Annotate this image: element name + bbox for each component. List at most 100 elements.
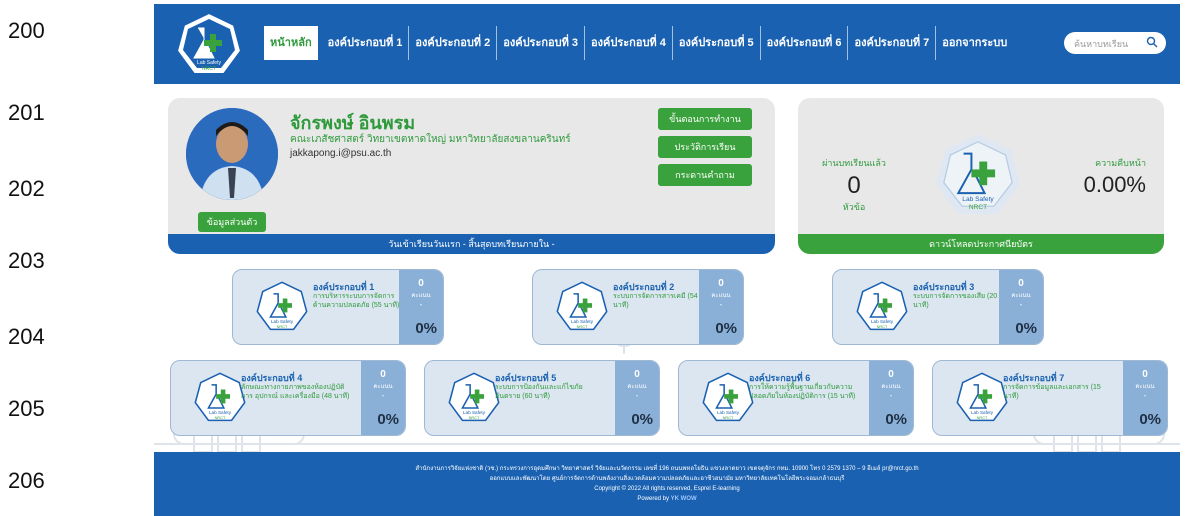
logo-text: NRCT [969,204,987,211]
nav-item-module-3[interactable]: องค์ประกอบที่ 3 [497,26,586,60]
lab-safety-logo: Lab Safety NRCT [556,281,608,331]
module-percent: 0% [631,411,653,428]
profile-email: jakkapong.i@psu.ac.th [290,148,392,159]
lab-safety-logo: Lab Safety NRCT [194,372,246,422]
powered-by-brand[interactable]: YK WOW [671,496,697,502]
footer-copyright: Copyright © 2022 All rights reserved, Es… [594,486,740,492]
passed-lessons-unit: หัวข้อ [842,202,866,212]
logo-text: Lab Safety [971,410,994,415]
nav-item-module-4[interactable]: องค์ประกอบที่ 4 [585,26,673,60]
download-certificate-bar[interactable]: ดาวน์โหลดประกาศนียบัตร [798,234,1164,254]
line-number: 201 [8,100,45,125]
module-card-3[interactable]: Lab Safety NRCT องค์ประกอบที่ 3 ระบบการจ… [832,269,1044,345]
search-input[interactable]: ค้นหาบทเรียน [1064,32,1166,54]
module-score-label: คะแนน [1135,384,1155,390]
progress-label: ความคืบหน้า [1095,158,1146,168]
module-subtitle: การจัดการข้อมูลและเอกสาร (15 นาที) [1003,384,1101,400]
search-icon[interactable] [1146,36,1158,48]
module-percent: 0% [1139,411,1161,428]
learning-history-button[interactable]: ประวัติการเรียน [658,136,752,158]
logo-text: Lab Safety [717,410,740,415]
module-score-label: คะแนน [373,384,393,390]
module-score-label: คะแนน [881,384,901,390]
module-dash: - [381,391,385,400]
logo-text: NRCT [202,66,216,72]
lab-safety-logo: Lab Safety NRCT [448,372,500,422]
lab-safety-logo[interactable]: Lab Safety NRCT [174,10,244,80]
nav-item-module-2[interactable]: องค์ประกอบที่ 2 [409,26,498,60]
line-number: 204 [8,324,45,349]
module-score-label: คะแนน [627,384,647,390]
module-card-1[interactable]: Lab Safety NRCT องค์ประกอบที่ 1 การบริหา… [232,269,444,345]
study-period-bar: วันเข้าเรียนวันแรก - สิ้นสุดบทเรียนภายใน… [168,234,775,254]
line-number-column: 200 201 202 203 204 205 206 [0,0,150,516]
module-card-7[interactable]: Lab Safety NRCT องค์ประกอบที่ 7 การจัดกา… [932,360,1168,436]
nav-item-module-5[interactable]: องค์ประกอบที่ 5 [673,26,761,60]
app-screenshot: Lab Safety NRCT หน้าหลัก องค์ประกอบที่ 1… [154,4,1180,516]
logo-text: Lab Safety [271,319,294,324]
lab-safety-logo: Lab Safety NRCT [856,281,908,331]
logo-text: NRCT [577,325,588,329]
module-score-label: คะแนน [1011,293,1031,299]
logo-text: Lab Safety [571,319,594,324]
module-score: 0 [1142,369,1148,380]
nav-item-logout[interactable]: ออกจากระบบ [936,26,1013,60]
profile-card: ข้อมูลส่วนตัว จักรพงษ์ อินพรม คณะเภสัชศา… [168,98,775,254]
powered-by-label: Powered by [637,496,669,502]
progress-card: ผ่านบทเรียนแล้ว 0 หัวข้อ Lab Safety NRCT… [798,98,1164,254]
module-percent: 0% [715,320,737,337]
passed-lessons-value: 0 [847,172,861,199]
question-board-button[interactable]: กระดานคำถาม [658,164,752,186]
footer-powered-by: Powered by YK WOW [154,494,1180,504]
module-dash: - [419,300,423,309]
module-card-2[interactable]: Lab Safety NRCT องค์ประกอบที่ 2 ระบบการจ… [532,269,744,345]
module-score: 0 [418,278,424,289]
line-number: 203 [8,248,45,273]
module-card-4[interactable]: Lab Safety NRCT องค์ประกอบที่ 4 ลักษณะทา… [170,360,406,436]
search-placeholder: ค้นหาบทเรียน [1074,39,1129,49]
footer-address: สำนักงานการวิจัยแห่งชาติ (วช.) กระทรวงกา… [415,466,919,472]
module-dash: - [719,300,723,309]
passed-lessons-label: ผ่านบทเรียนแล้ว [822,158,886,168]
lab-safety-logo: Lab Safety NRCT [702,372,754,422]
module-subtitle: ลักษณะทางกายภาพของห้องปฏิบัติการ อุปกรณ์… [241,384,350,400]
lab-safety-logo: Lab Safety NRCT [256,281,308,331]
module-score: 0 [718,278,724,289]
module-score: 0 [634,369,640,380]
module-dash: - [1143,391,1147,400]
logo-text: Lab Safety [209,410,232,415]
module-score: 0 [1018,278,1024,289]
profile-faculty: คณะเภสัชศาสตร์ วิทยาเขตหาดใหญ่ มหาวิทยาล… [290,134,571,145]
module-subtitle: การให้ความรู้พื้นฐานเกี่ยวกับความปลอดภัย… [749,384,856,400]
logo-text: NRCT [977,416,988,420]
nav-item-module-7[interactable]: องค์ประกอบที่ 7 [848,26,937,60]
nav-item-module-6[interactable]: องค์ประกอบที่ 6 [761,26,849,60]
module-percent: 0% [885,411,907,428]
module-subtitle: การบริหารระบบการจัดการด้านความปลอดภัย (5… [313,293,400,309]
module-percent: 0% [415,320,437,337]
avatar [186,108,278,200]
line-number: 202 [8,176,45,201]
logo-text: NRCT [469,416,480,420]
nav-item-home[interactable]: หน้าหลัก [264,26,318,60]
module-subtitle: ระบบการจัดการสารเคมี (54 นาที) [613,293,698,309]
module-score: 0 [380,369,386,380]
line-number: 200 [8,18,45,43]
nav-item-module-1[interactable]: องค์ประกอบที่ 1 [322,26,410,60]
footer: สำนักงานการวิจัยแห่งชาติ (วช.) กระทรวงกา… [154,452,1180,516]
footer-developer: ออกแบบและพัฒนาโดย ศูนย์การจัดการด้านพลัง… [489,476,845,482]
module-card-6[interactable]: Lab Safety NRCT องค์ประกอบที่ 6 การให้คว… [678,360,914,436]
work-steps-button[interactable]: ขั้นตอนการทำงาน [658,108,752,130]
module-score-label: คะแนน [711,293,731,299]
logo-text: Lab Safety [962,196,994,203]
progress-value: 0.00% [1083,172,1146,197]
logo-text: Lab Safety [871,319,894,324]
personal-info-button[interactable]: ข้อมูลส่วนตัว [198,212,266,232]
logo-text: NRCT [215,416,226,420]
profile-photo [186,108,278,200]
module-score-label: คะแนน [411,293,431,299]
module-dash: - [889,391,893,400]
module-card-5[interactable]: Lab Safety NRCT องค์ประกอบที่ 5 ระบบการป… [424,360,660,436]
main-menu: หน้าหลัก องค์ประกอบที่ 1 องค์ประกอบที่ 2… [264,26,1013,60]
module-percent: 0% [1015,320,1037,337]
